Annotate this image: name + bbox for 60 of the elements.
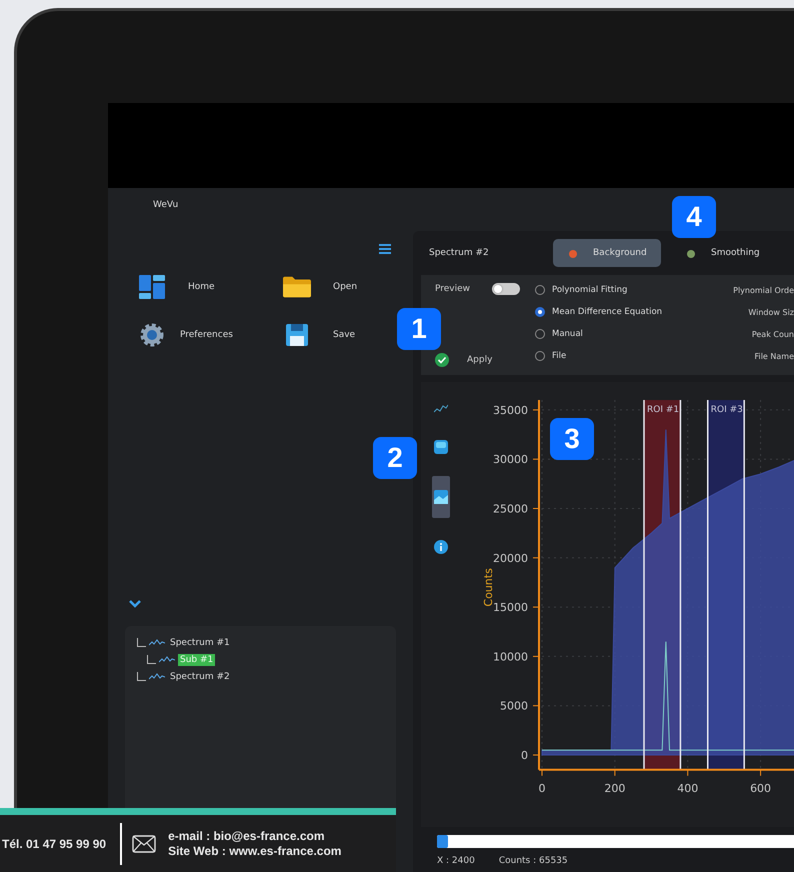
wave-icon (149, 672, 165, 680)
parameter-label: File Name (754, 352, 794, 360)
y-tick-label: 25000 (493, 502, 528, 516)
radio-option[interactable]: Polynomial Fitting (535, 285, 628, 295)
x-tick-label: 0 (538, 782, 546, 795)
wave-icon (149, 638, 165, 646)
picture-icon[interactable] (432, 476, 450, 518)
radio-option[interactable]: Mean Difference Equation (535, 307, 662, 317)
number-badge: 2 (373, 437, 417, 479)
settings-icon[interactable] (138, 323, 166, 347)
status-text: X : 2400 (437, 856, 475, 866)
y-tick-label: 0 (521, 749, 528, 762)
dashboard-icon[interactable] (138, 275, 166, 299)
preview-label: Preview (435, 284, 470, 294)
menu-icon[interactable] (379, 244, 391, 254)
y-tick-label: 20000 (493, 552, 528, 565)
roi-label: ROI #3 (710, 405, 743, 416)
parameter-label: Plynomial Orde (733, 286, 794, 294)
email-address: e-mail : bio@es-france.com (168, 828, 326, 844)
y-tick-label: 35000 (493, 404, 528, 417)
chevron-down-icon[interactable] (129, 600, 141, 608)
y-tick-label: 10000 (493, 650, 528, 664)
radio-option[interactable]: File (535, 351, 566, 361)
save-icon[interactable] (283, 324, 311, 346)
number-badge: 3 (550, 418, 594, 460)
wave-icon (159, 656, 175, 664)
tree-item[interactable]: Spectrum #1 (168, 636, 232, 648)
app-title: WeVu (153, 200, 180, 210)
y-tick-label: 15000 (493, 601, 528, 614)
x-tick-label: 200 (604, 782, 626, 795)
radio-option[interactable]: Manual (535, 329, 583, 339)
x-tick-label: 400 (677, 782, 698, 795)
nav-item[interactable]: Home (188, 282, 215, 292)
info-icon[interactable] (432, 538, 450, 556)
nav-item[interactable]: Open (333, 282, 358, 292)
tab[interactable]: Smoothing (671, 239, 779, 267)
nav-item[interactable]: Save (333, 330, 356, 340)
website-address: Site Web : www.es-france.com (168, 844, 342, 858)
number-badge: 1 (397, 308, 441, 350)
cube-icon[interactable] (432, 438, 450, 456)
tree-item[interactable]: Spectrum #2 (168, 670, 232, 682)
parameter-label: Peak Coun (752, 330, 794, 338)
y-tick-label: 5000 (500, 700, 528, 713)
tab[interactable]: Background (553, 239, 661, 267)
folder-icon[interactable] (283, 276, 311, 298)
apply-button[interactable]: Apply (435, 353, 535, 367)
x-tick-label: 600 (750, 782, 772, 795)
status-text: Counts : 65535 (498, 856, 568, 866)
parameter-label: Window Siz (748, 308, 794, 316)
spectrum-title: Spectrum #2 (428, 248, 490, 258)
position-slider[interactable] (437, 835, 794, 848)
preview-toggle[interactable] (492, 283, 520, 295)
y-tick-label: 30000 (493, 453, 528, 466)
envelope-icon (132, 834, 156, 852)
nav-item[interactable]: Preferences (180, 330, 233, 340)
phone-number: Tél. 01 47 95 99 90 (2, 836, 106, 850)
checkmark-icon (435, 353, 449, 367)
number-badge: 4 (672, 196, 716, 238)
roi-label: ROI #1 (647, 405, 680, 416)
y-axis-title: Counts (482, 568, 495, 607)
